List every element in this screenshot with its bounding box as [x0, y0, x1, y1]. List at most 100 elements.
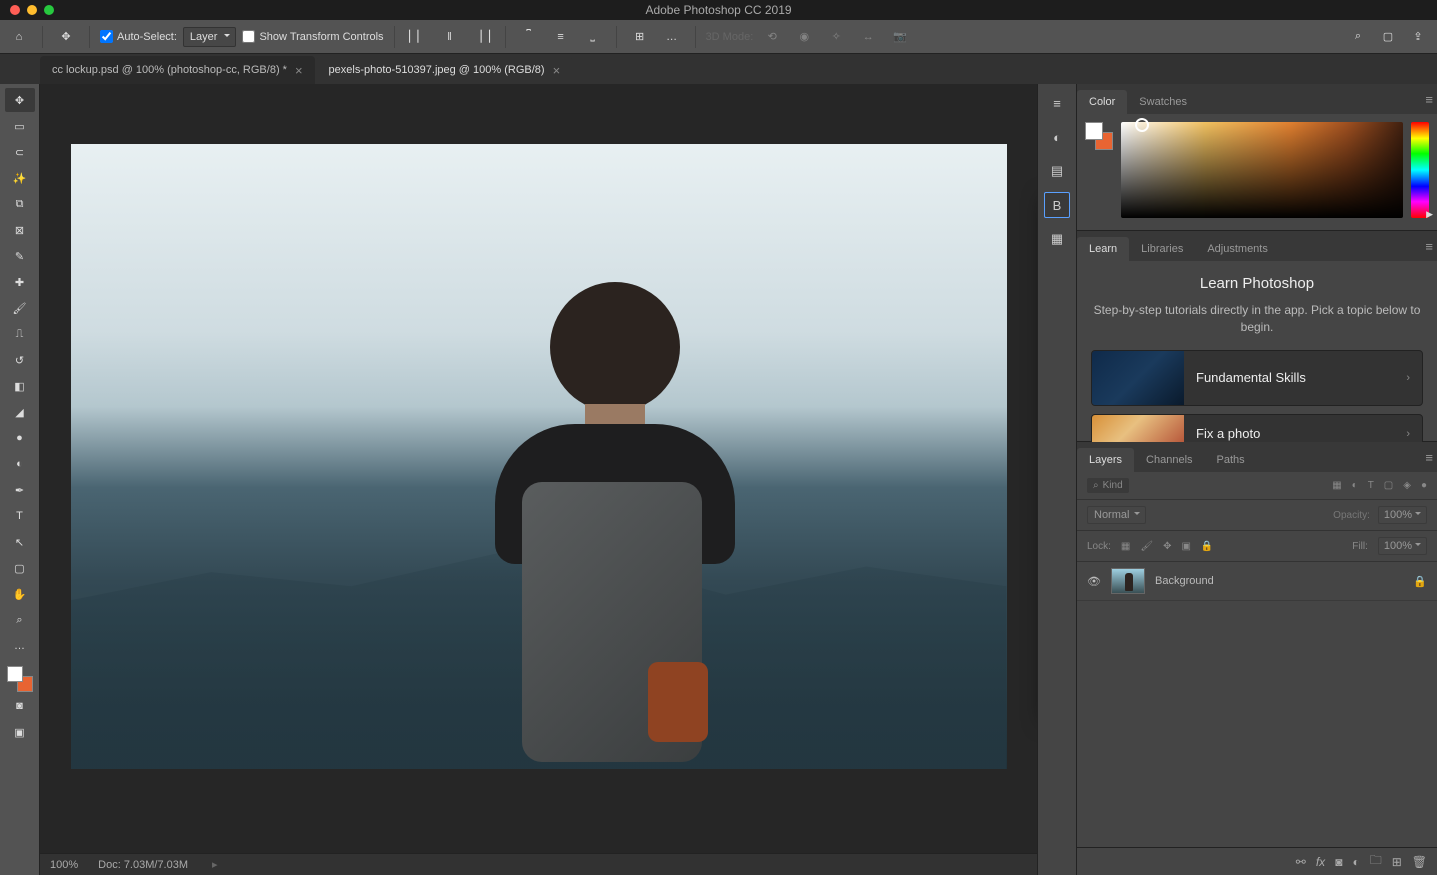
auto-select-checkbox[interactable]: Auto-Select:	[100, 30, 177, 43]
clone-stamp-tool-icon[interactable]: ⎍	[5, 322, 35, 346]
lock-transparency-icon[interactable]: ▦	[1121, 541, 1130, 552]
filter-pixel-icon[interactable]: ▦	[1332, 480, 1341, 491]
eraser-tool-icon[interactable]: ◧	[5, 374, 35, 398]
filter-shape-icon[interactable]: ▢	[1384, 480, 1393, 491]
color-swatch[interactable]	[1085, 122, 1113, 150]
layers-shortcut-icon[interactable]: ▤	[1044, 158, 1070, 184]
layer-row-background[interactable]: 👁 Background 🔒	[1077, 562, 1437, 601]
screen-mode-icon[interactable]: ▢	[1375, 24, 1401, 50]
tab-color[interactable]: Color	[1077, 90, 1127, 114]
layer-style-icon[interactable]: fx	[1316, 855, 1325, 869]
dodge-tool-icon[interactable]: ◐	[5, 452, 35, 476]
path-selection-tool-icon[interactable]: ↖	[5, 530, 35, 554]
foreground-color[interactable]	[1085, 122, 1103, 140]
eyedropper-tool-icon[interactable]: ✎	[5, 244, 35, 268]
search-icon[interactable]: ⌕	[1345, 24, 1371, 50]
adjustments-icon[interactable]: ◐	[1044, 124, 1070, 150]
maximize-window-icon[interactable]	[44, 5, 54, 15]
lock-image-icon[interactable]: 🖌	[1140, 541, 1153, 552]
group-icon[interactable]: 🗀	[1370, 851, 1382, 872]
tab-libraries[interactable]: Libraries	[1129, 237, 1195, 261]
status-arrow-icon[interactable]: ▸	[212, 858, 218, 871]
tab-layers[interactable]: Layers	[1077, 448, 1134, 472]
layer-mask-icon[interactable]: ◙	[1335, 855, 1342, 869]
panel-menu-icon[interactable]: ≡	[1425, 450, 1433, 465]
edit-toolbar-icon[interactable]: …	[5, 634, 35, 658]
layer-filter-kind[interactable]: ⌕Kind	[1087, 478, 1129, 493]
crop-tool-icon[interactable]: ⧉	[5, 192, 35, 216]
visibility-icon[interactable]: 👁	[1087, 575, 1101, 588]
home-icon[interactable]: ⌂	[6, 24, 32, 50]
lock-icon[interactable]: 🔒	[1413, 575, 1427, 588]
filter-smart-icon[interactable]: ◈	[1403, 480, 1411, 491]
document-image[interactable]	[71, 144, 1007, 769]
properties-icon[interactable]: ≡	[1044, 90, 1070, 116]
distribute-icon[interactable]: ⊞	[627, 24, 653, 50]
tab-adjustments[interactable]: Adjustments	[1195, 237, 1280, 261]
zoom-level[interactable]: 100%	[50, 859, 78, 871]
fill-input[interactable]: 100%	[1378, 537, 1427, 555]
healing-brush-tool-icon[interactable]: ✚	[5, 270, 35, 294]
lock-artboard-icon[interactable]: ▣	[1181, 541, 1190, 552]
lock-position-icon[interactable]: ✥	[1163, 541, 1171, 552]
adjustment-layer-icon[interactable]: ◐	[1352, 855, 1359, 869]
move-tool-icon[interactable]: ✥	[53, 24, 79, 50]
shape-tool-icon[interactable]: ▢	[5, 556, 35, 580]
hue-slider[interactable]	[1411, 122, 1429, 218]
color-field[interactable]	[1121, 122, 1403, 218]
linkrui-shortcut-icon[interactable]: B	[1044, 192, 1070, 218]
align-vertical-centers-icon[interactable]: ≡	[548, 24, 574, 50]
libraries-shortcut-icon[interactable]: ▦	[1044, 226, 1070, 252]
filter-type-icon[interactable]: T	[1368, 480, 1374, 491]
pen-tool-icon[interactable]: ✒	[5, 478, 35, 502]
close-window-icon[interactable]	[10, 5, 20, 15]
lock-all-icon[interactable]: 🔒	[1201, 541, 1213, 552]
delete-layer-icon[interactable]: 🗑	[1412, 855, 1427, 869]
align-bottom-edges-icon[interactable]: ⎵	[580, 24, 606, 50]
opacity-input[interactable]: 100%	[1378, 506, 1427, 524]
canvas[interactable]: 100% Doc: 7.03M/7.03M ▸ LinkrUI » ≡ B Hu…	[40, 84, 1037, 875]
lasso-tool-icon[interactable]: ⊂	[5, 140, 35, 164]
type-tool-icon[interactable]: T	[5, 504, 35, 528]
zoom-tool-icon[interactable]: ⌕	[5, 608, 35, 632]
foreground-color[interactable]	[7, 666, 23, 682]
minimize-window-icon[interactable]	[27, 5, 37, 15]
blur-tool-icon[interactable]: ●	[5, 426, 35, 450]
panel-menu-icon[interactable]: ≡	[1425, 239, 1433, 254]
tab-learn[interactable]: Learn	[1077, 237, 1129, 261]
marquee-tool-icon[interactable]: ▭	[5, 114, 35, 138]
link-layers-icon[interactable]: ⚯	[1296, 855, 1306, 869]
gradient-tool-icon[interactable]: ◢	[5, 400, 35, 424]
window-controls[interactable]	[10, 5, 54, 15]
move-tool-icon[interactable]: ✥	[5, 88, 35, 112]
close-icon[interactable]: ×	[553, 63, 561, 78]
brush-tool-icon[interactable]: 🖌	[5, 296, 35, 320]
frame-tool-icon[interactable]: ⊠	[5, 218, 35, 242]
align-top-edges-icon[interactable]: ⎴	[516, 24, 542, 50]
filter-adjustment-icon[interactable]: ◐	[1352, 480, 1358, 491]
align-left-edges-icon[interactable]: ▏▏	[405, 24, 431, 50]
history-brush-tool-icon[interactable]: ↺	[5, 348, 35, 372]
tab-paths[interactable]: Paths	[1205, 448, 1257, 472]
screen-mode-small-icon[interactable]: ▣	[5, 720, 35, 744]
quick-mask-icon[interactable]: ◙	[5, 694, 35, 718]
more-options-icon[interactable]: …	[659, 24, 685, 50]
layer-thumbnail[interactable]	[1111, 568, 1145, 594]
tab-cc-lockup[interactable]: cc lockup.psd @ 100% (photoshop-cc, RGB/…	[40, 56, 315, 84]
panel-menu-icon[interactable]: ≡	[1425, 92, 1433, 107]
magic-wand-tool-icon[interactable]: ✨	[5, 166, 35, 190]
lesson-fundamental-skills[interactable]: Fundamental Skills ›	[1091, 350, 1423, 406]
share-icon[interactable]: ⇪	[1405, 24, 1431, 50]
tab-pexels-510397[interactable]: pexels-photo-510397.jpeg @ 100% (RGB/8) …	[317, 56, 573, 84]
tab-swatches[interactable]: Swatches	[1127, 90, 1199, 114]
show-transform-checkbox[interactable]: Show Transform Controls	[242, 30, 383, 43]
close-icon[interactable]: ×	[295, 63, 303, 78]
color-swatch[interactable]	[7, 666, 33, 692]
blend-mode-select[interactable]: Normal	[1087, 506, 1146, 524]
filter-toggle-icon[interactable]: ●	[1421, 480, 1427, 491]
new-layer-icon[interactable]: ⊞	[1392, 855, 1402, 869]
align-horizontal-centers-icon[interactable]: ‖	[437, 24, 463, 50]
align-right-edges-icon[interactable]: ▕▕	[469, 24, 495, 50]
hand-tool-icon[interactable]: ✋	[5, 582, 35, 606]
auto-select-target[interactable]: Layer	[183, 27, 237, 47]
